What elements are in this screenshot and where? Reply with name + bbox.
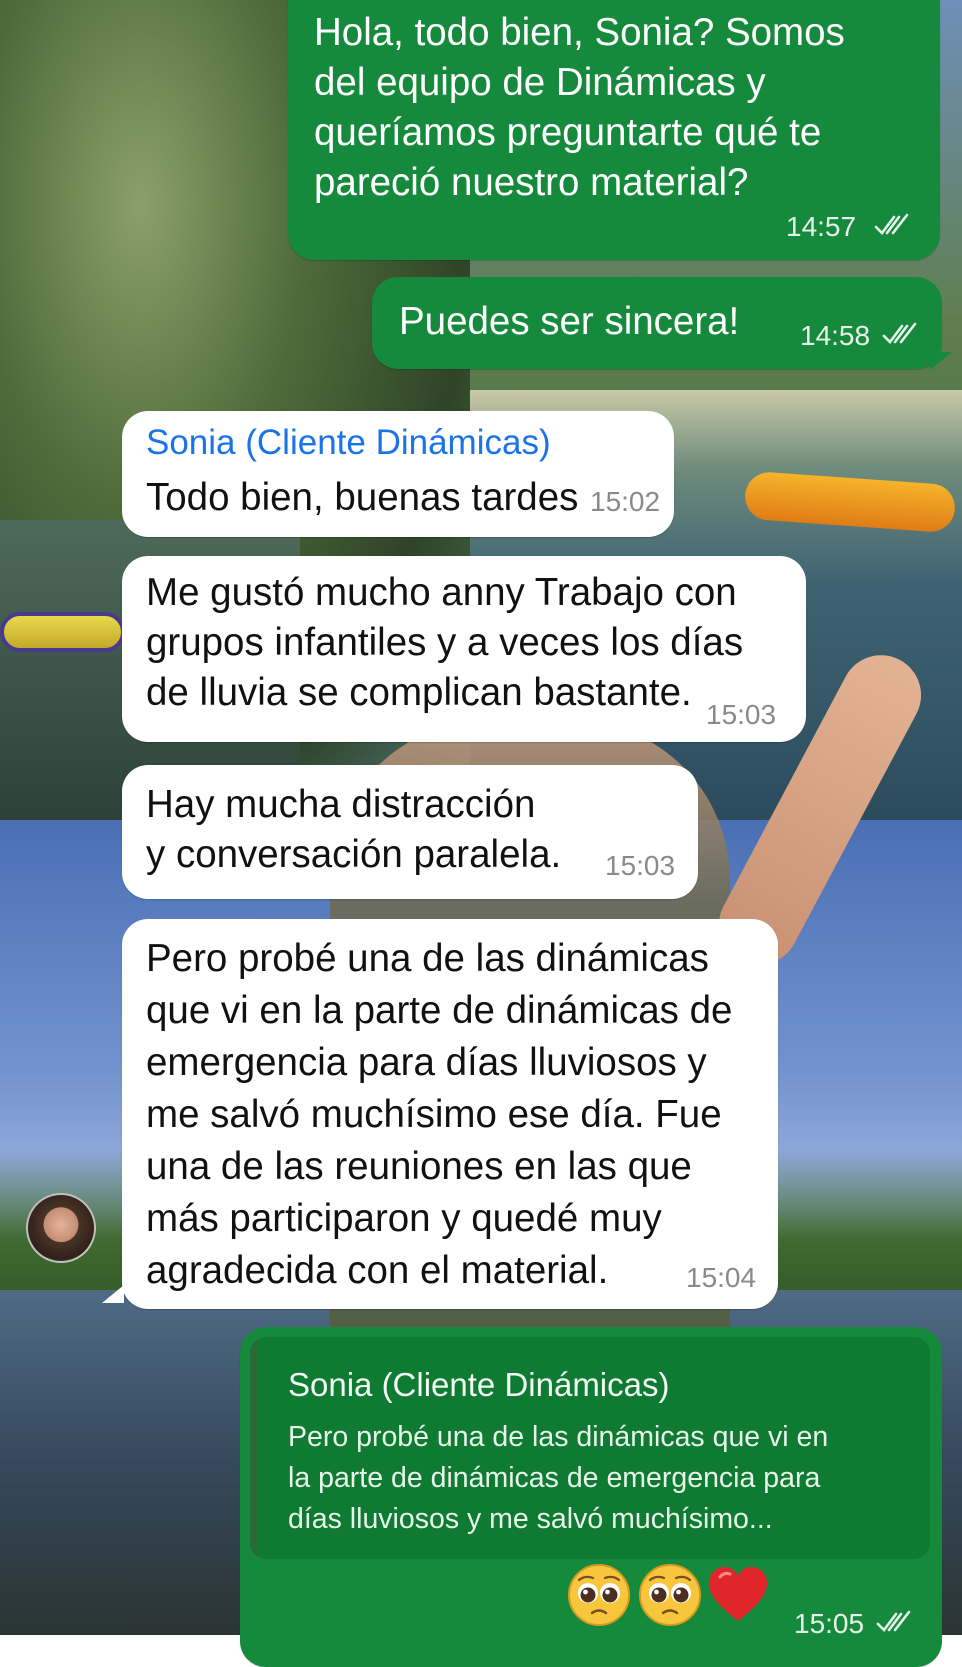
red-heart-emoji [709,1567,767,1621]
message-bubble-incoming[interactable]: Pero probé una de las dinámicas que vi e… [122,919,778,1309]
message-time: 15:03 [605,850,676,881]
message-time: 15:02 [590,486,661,517]
double-check-icon [874,213,909,235]
pleading-face-emoji [639,1564,701,1626]
quoted-message[interactable]: Sonia (Cliente Dinámicas) Pero probé una… [250,1337,930,1559]
sender-name[interactable]: Sonia (Cliente Dinámicas) [146,423,551,463]
message-time: 14:57 [786,211,857,242]
message-bubble-incoming[interactable]: Sonia (Cliente Dinámicas) Todo bien, bue… [122,411,674,537]
message-text: Me gustó mucho anny Trabajo con grupos i… [146,571,744,714]
quoted-text: Pero probé una de las dinámicas que vi e… [288,1421,829,1535]
quoted-sender-name: Sonia (Cliente Dinámicas) [288,1366,670,1403]
avatar[interactable] [26,1193,96,1263]
quote-accent-bar [250,1337,258,1559]
message-bubble-outgoing[interactable]: Puedes ser sincera! 14:58 [372,277,942,369]
wallpaper-raft [0,612,125,652]
message-bubble-outgoing[interactable]: Hola, todo bien, Sonia? Somos del equipo… [288,0,940,260]
pleading-face-emoji [568,1564,630,1626]
message-text: Pero probé una de las dinámicas que vi e… [146,937,733,1292]
message-bubble-incoming[interactable]: Me gustó mucho anny Trabajo con grupos i… [122,556,806,742]
message-time: 15:03 [706,699,777,730]
message-bubble-outgoing-reply[interactable]: Sonia (Cliente Dinámicas) Pero probé una… [240,1327,942,1667]
message-text: Puedes ser sincera! [399,300,740,343]
message-text: Hay mucha distracción y conversación par… [146,783,562,876]
double-check-icon [882,322,917,344]
bubble-tail [930,352,952,370]
message-time: 14:58 [800,320,871,351]
message-text: Hola, todo bien, Sonia? Somos del equipo… [314,11,845,204]
message-time: 15:04 [686,1262,757,1293]
double-check-icon [876,1610,911,1632]
message-bubble-incoming[interactable]: Hay mucha distracción y conversación par… [122,765,698,899]
message-text: Todo bien, buenas tardes [146,476,579,519]
bubble-tail [102,1285,124,1303]
